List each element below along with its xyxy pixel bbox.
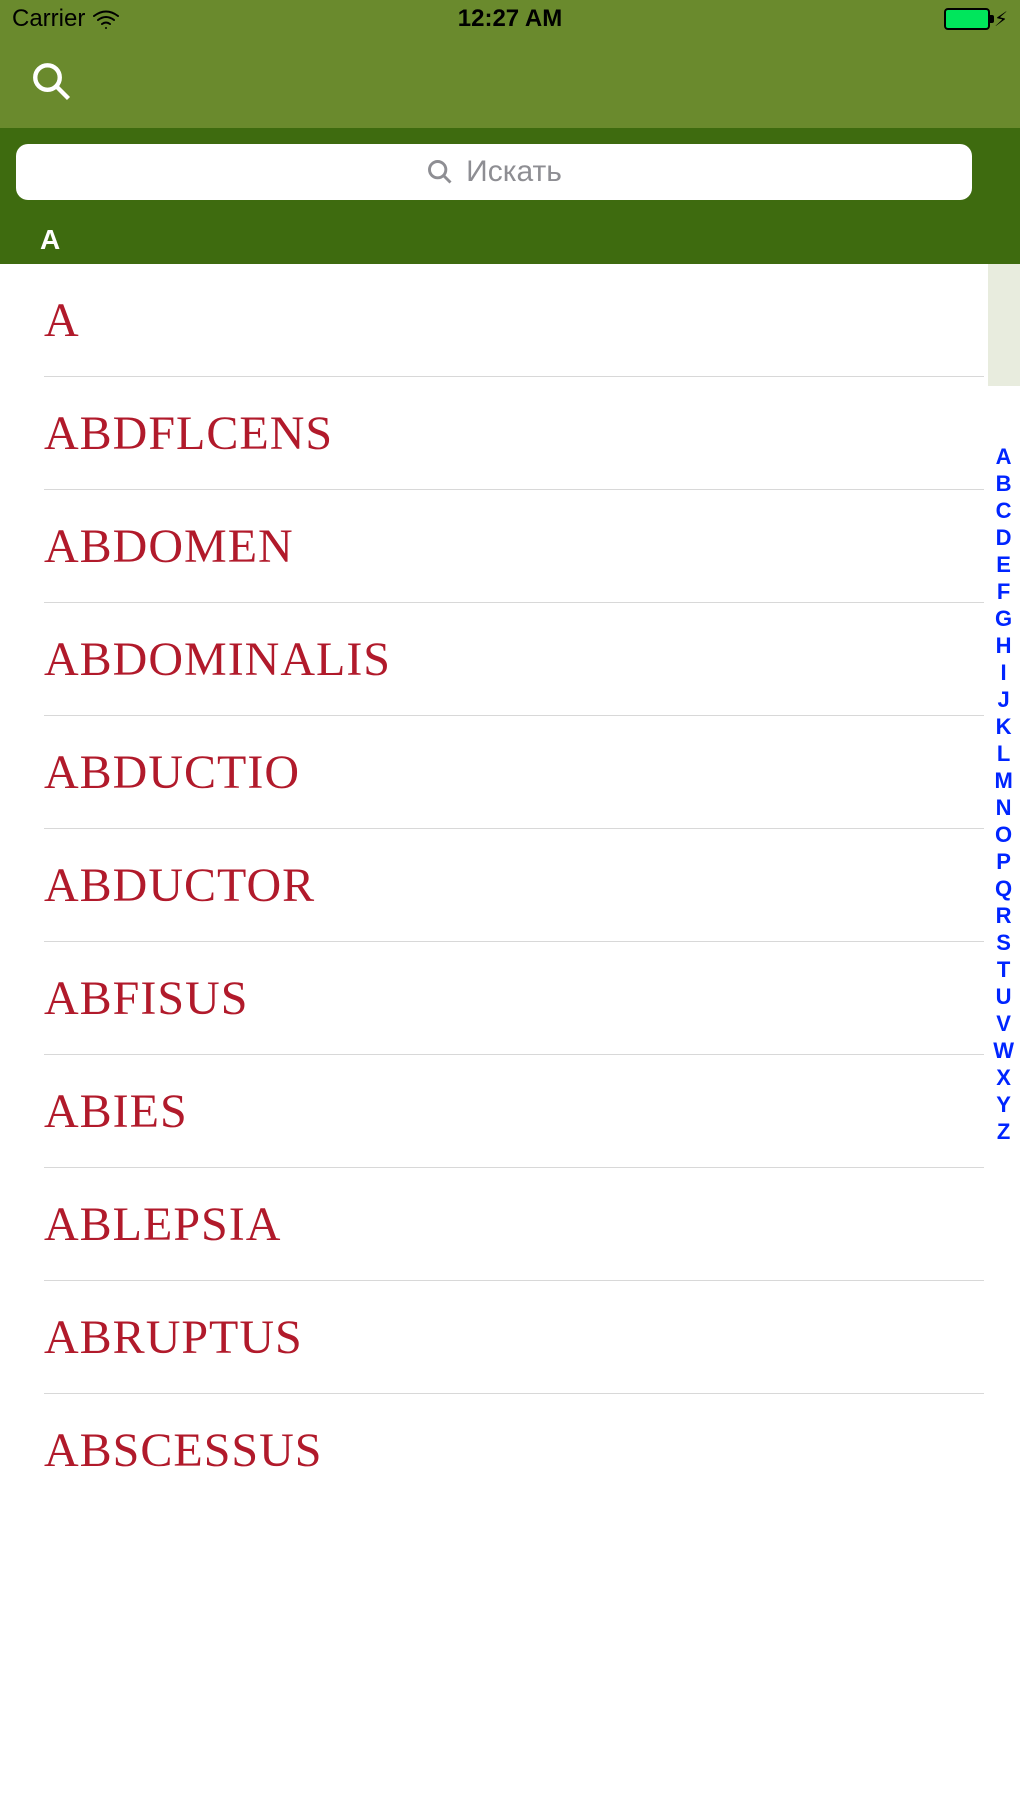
index-letter[interactable]: T (997, 957, 1010, 983)
index-letter[interactable]: N (996, 795, 1012, 821)
index-letter[interactable]: F (997, 579, 1010, 605)
wifi-icon (93, 9, 119, 29)
list-item[interactable]: ABDFLCENS (44, 377, 984, 490)
index-letter[interactable]: O (995, 822, 1012, 848)
search-field-icon (426, 158, 454, 186)
word-label: ABRUPTUS (44, 1310, 303, 1365)
index-letter[interactable]: I (1001, 660, 1007, 686)
status-left: Carrier (12, 5, 119, 33)
carrier-label: Carrier (12, 5, 85, 33)
word-label: ABDUCTOR (44, 858, 315, 913)
list-item[interactable]: ABSCESSUS (44, 1394, 984, 1507)
list-item[interactable]: A (44, 264, 984, 377)
index-letter[interactable]: H (996, 633, 1012, 659)
index-letter[interactable]: S (996, 930, 1011, 956)
index-letter[interactable]: D (996, 525, 1012, 551)
word-label: ABDOMINALIS (44, 632, 391, 687)
status-bar: Carrier 12:27 AM ⚡︎ (0, 0, 1020, 38)
charging-icon: ⚡︎ (994, 7, 1008, 32)
index-letter[interactable]: L (997, 741, 1010, 767)
word-label: A (44, 293, 80, 348)
section-header: A (0, 216, 1020, 264)
index-letter[interactable]: R (996, 903, 1012, 929)
list-item[interactable]: ABFISUS (44, 942, 984, 1055)
word-label: ABLEPSIA (44, 1197, 281, 1252)
word-list[interactable]: A ABDFLCENS ABDOMEN ABDOMINALIS ABDUCTIO… (0, 264, 1020, 1507)
list-item[interactable]: ABRUPTUS (44, 1281, 984, 1394)
list-item[interactable]: ABLEPSIA (44, 1168, 984, 1281)
search-icon[interactable] (30, 60, 72, 107)
battery-icon (944, 8, 990, 30)
index-letter[interactable]: V (996, 1011, 1011, 1037)
index-letter[interactable]: P (996, 849, 1011, 875)
nav-bar (0, 38, 1020, 128)
index-letter[interactable]: J (997, 687, 1009, 713)
index-letter[interactable]: U (996, 984, 1012, 1010)
index-letter[interactable]: A (996, 444, 1012, 470)
search-input[interactable]: Искать (16, 144, 972, 200)
section-header-label: A (40, 224, 60, 256)
word-label: ABDUCTIO (44, 745, 300, 800)
word-label: ABDOMEN (44, 519, 294, 574)
list-item[interactable]: ABIES (44, 1055, 984, 1168)
word-label: ABDFLCENS (44, 406, 333, 461)
word-label: ABSCESSUS (44, 1423, 322, 1478)
search-placeholder: Искать (466, 155, 562, 189)
list-item[interactable]: ABDOMEN (44, 490, 984, 603)
index-letter[interactable]: E (996, 552, 1011, 578)
search-container: Искать (0, 128, 1020, 216)
list-item[interactable]: ABDOMINALIS (44, 603, 984, 716)
index-letter[interactable]: Y (996, 1092, 1011, 1118)
word-label: ABIES (44, 1084, 188, 1139)
index-letter[interactable]: G (995, 606, 1012, 632)
index-letter[interactable]: B (996, 471, 1012, 497)
index-letter[interactable]: Z (997, 1119, 1010, 1145)
index-letter[interactable]: Q (995, 876, 1012, 902)
index-letter[interactable]: X (996, 1065, 1011, 1091)
index-letter[interactable]: W (993, 1038, 1014, 1064)
status-right: ⚡︎ (944, 7, 1008, 32)
list-item[interactable]: ABDUCTIO (44, 716, 984, 829)
index-letter[interactable]: K (996, 714, 1012, 740)
index-letter[interactable]: M (994, 768, 1012, 794)
alphabet-index[interactable]: A B C D E F G H I J K L M N O P Q R S T … (993, 444, 1014, 1145)
status-time: 12:27 AM (458, 5, 562, 33)
list-item[interactable]: ABDUCTOR (44, 829, 984, 942)
word-label: ABFISUS (44, 971, 248, 1026)
index-letter[interactable]: C (996, 498, 1012, 524)
content-area: A ABDFLCENS ABDOMEN ABDOMINALIS ABDUCTIO… (0, 264, 1020, 1507)
